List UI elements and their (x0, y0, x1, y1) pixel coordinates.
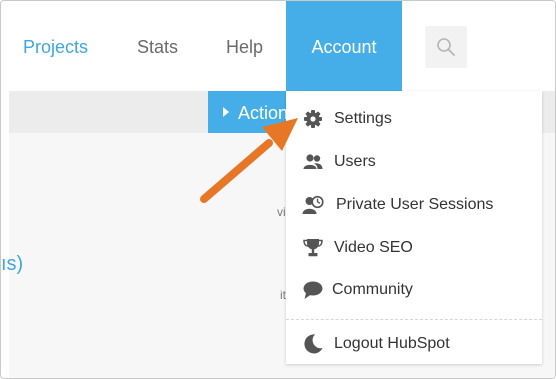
menu-item-community[interactable]: Community (286, 270, 542, 310)
menu-item-users[interactable]: Users (286, 142, 542, 182)
partial-text: vi (277, 205, 286, 219)
actions-button[interactable]: Actions (208, 91, 286, 133)
caret-right-icon (223, 107, 229, 117)
speech-bubble-icon (303, 281, 323, 299)
nav-stats[interactable]: Stats (137, 1, 178, 91)
partial-heading: ıs) (1, 253, 24, 275)
nav-help[interactable]: Help (226, 1, 263, 91)
search-icon (437, 38, 455, 56)
menu-item-label: Community (332, 281, 413, 298)
menu-divider (286, 319, 542, 320)
user-clock-icon (302, 195, 324, 214)
menu-item-label: Private User Sessions (336, 196, 494, 213)
screenshot-frame: Projects Stats Help Account Actions ıs) … (0, 0, 556, 379)
menu-item-private-user-sessions[interactable]: Private User Sessions (286, 185, 542, 225)
account-dropdown-menu: Settings Users Private User Sessions Vid… (286, 91, 542, 364)
users-icon (303, 154, 323, 169)
moon-icon (304, 334, 323, 354)
trophy-icon (303, 239, 323, 257)
nav-account[interactable]: Account (286, 1, 402, 91)
menu-item-label: Users (334, 153, 376, 170)
nav-projects[interactable]: Projects (23, 1, 88, 91)
menu-item-video-seo[interactable]: Video SEO (286, 228, 542, 268)
top-nav: Projects Stats Help Account (1, 1, 555, 91)
menu-item-logout[interactable]: Logout HubSpot (286, 324, 542, 364)
actions-label: Actions (238, 103, 286, 123)
menu-item-label: Logout HubSpot (334, 335, 450, 352)
search-button[interactable] (425, 26, 467, 68)
gear-icon (304, 110, 322, 128)
menu-item-label: Settings (334, 110, 392, 127)
menu-item-label: Video SEO (334, 239, 413, 256)
menu-item-settings[interactable]: Settings (286, 99, 542, 139)
